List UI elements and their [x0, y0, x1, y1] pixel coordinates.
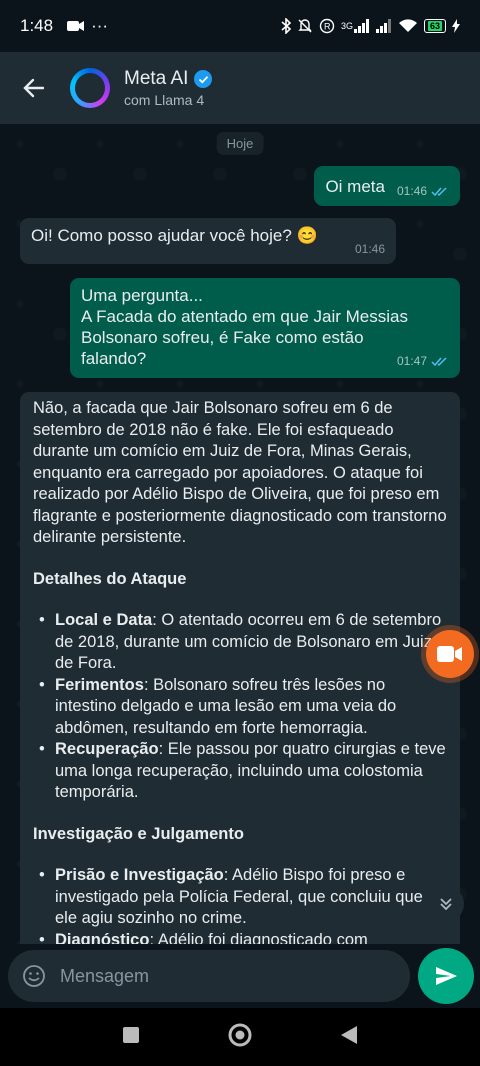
status-time: 1:48: [20, 16, 54, 35]
message-outgoing[interactable]: Uma pergunta... A Facada do atentado em …: [70, 278, 460, 378]
list-item: Diagnóstico: Adélio foi diagnosticado co…: [33, 930, 447, 945]
network-type: 3G: [340, 21, 353, 31]
recent-apps-button[interactable]: [122, 1026, 140, 1049]
message-placeholder: Mensagem: [60, 965, 150, 986]
message-text-line2: A Facada do atentado em que Jair Messias…: [81, 307, 408, 368]
contact-subtitle: com Llama 4: [124, 92, 205, 108]
back-nav-button[interactable]: [340, 1025, 358, 1050]
message-incoming[interactable]: Oi! Como posso ajudar você hoje? 😊 01:46: [20, 218, 396, 264]
ai-answer-message[interactable]: Não, a facada que Jair Bolsonaro sofreu …: [20, 392, 460, 944]
video-record-icon: [67, 20, 85, 32]
item-label: Diagnóstico: [55, 930, 150, 945]
message-text: Oi meta: [325, 176, 385, 196]
signal-2-icon: [375, 19, 392, 33]
home-button[interactable]: [228, 1023, 252, 1052]
item-label: Prisão e Investigação: [55, 866, 224, 884]
message-time: 01:47: [396, 354, 427, 368]
square-icon: [123, 1026, 139, 1043]
battery-level: 63: [427, 21, 442, 31]
svg-text:R: R: [324, 22, 331, 32]
verified-icon: [194, 70, 213, 88]
message-time: 01:46: [354, 242, 385, 256]
contact-name: Meta AI: [124, 68, 189, 89]
list-item: Prisão e Investigação: Adélio Bispo foi …: [33, 865, 447, 930]
mute-icon: [297, 18, 313, 34]
message-text-line1: Uma pergunta...: [81, 286, 203, 305]
message-composer: Mensagem: [0, 944, 480, 1008]
signal-icon: 3G: [341, 19, 370, 33]
item-label: Recuperação: [55, 740, 159, 758]
answer-intro: Não, a facada que Jair Bolsonaro sofreu …: [33, 399, 447, 546]
chevrons-down-icon: [440, 898, 452, 911]
detail-list: Prisão e Investigação: Adélio Bispo foi …: [33, 865, 447, 944]
battery-icon: 63: [423, 19, 446, 33]
home-circle-icon: [228, 1023, 252, 1046]
message-text: Oi! Como posso ajudar você hoje? 😊: [31, 226, 318, 245]
list-item: Recuperação: Ele passou por quatro cirur…: [33, 739, 447, 804]
read-ticks-icon: [431, 186, 447, 196]
system-nav-bar: [0, 1008, 480, 1066]
date-chip: Hoje: [216, 132, 264, 155]
status-bar: 1:48 ··· R 3G 63: [0, 0, 480, 52]
bluetooth-icon: [281, 18, 291, 34]
video-camera-icon: [437, 646, 462, 662]
list-item: Ferimentos: Bolsonaro sofreu três lesões…: [33, 675, 447, 740]
item-label: Local e Data: [55, 611, 153, 629]
more-notifications-icon: ···: [91, 16, 109, 35]
charging-icon: [452, 19, 460, 33]
contact-info[interactable]: Meta AI com Llama 4: [124, 68, 213, 108]
message-outgoing[interactable]: Oi meta 01:46: [314, 166, 460, 206]
list-item: Local e Data: O atentado ocorreu em 6 de…: [33, 610, 447, 675]
section-heading: Investigação e Julgamento: [33, 824, 244, 843]
wifi-icon: [398, 19, 418, 33]
message-input[interactable]: Mensagem: [8, 950, 410, 1002]
back-button[interactable]: [16, 70, 52, 106]
emoji-icon[interactable]: [22, 964, 46, 988]
scroll-to-bottom-button[interactable]: [428, 886, 464, 922]
floating-video-button[interactable]: [426, 630, 474, 678]
message-time: 01:46: [396, 183, 427, 198]
back-arrow-icon: [23, 78, 45, 98]
send-button[interactable]: [418, 948, 474, 1004]
registered-icon: R: [319, 18, 335, 34]
triangle-back-icon: [341, 1025, 357, 1044]
chat-area[interactable]: Hoje Oi meta 01:46 Oi! Como posso ajudar…: [0, 124, 480, 944]
item-label: Ferimentos: [55, 675, 144, 694]
chat-header: Meta AI com Llama 4: [0, 52, 480, 124]
section-heading: Detalhes do Ataque: [33, 569, 187, 588]
send-icon: [436, 967, 457, 985]
detail-list: Local e Data: O atentado ocorreu em 6 de…: [33, 610, 447, 804]
item-text: : Adélio foi diagnosticado com: [149, 930, 368, 945]
read-ticks-icon: [431, 357, 447, 367]
avatar[interactable]: [70, 68, 110, 108]
